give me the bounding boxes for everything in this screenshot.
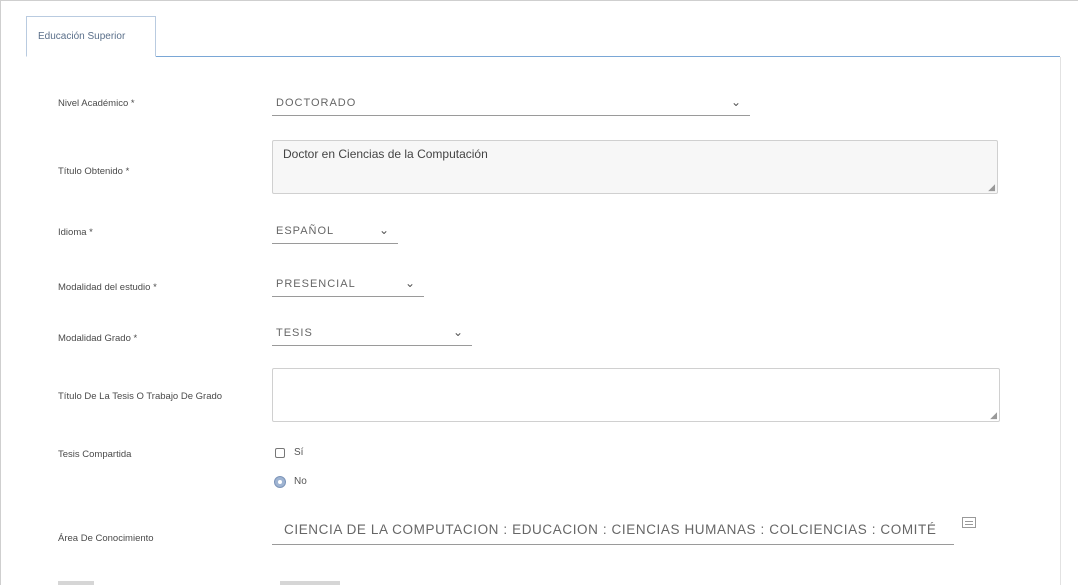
tesis-compartida-si-label: Sí <box>294 447 304 458</box>
nivel-academico-select[interactable]: DOCTORADO ⌄ <box>272 92 750 116</box>
modalidad-grado-select[interactable]: TESIS ⌄ <box>272 322 472 346</box>
tab-bar: Educación Superior <box>26 16 1060 57</box>
modalidad-grado-label: Modalidad Grado * <box>58 333 138 344</box>
area-conocimiento-input[interactable]: CIENCIA DE LA COMPUTACION : EDUCACION : … <box>272 515 954 545</box>
chevron-down-icon: ⌄ <box>730 95 742 109</box>
nivel-academico-value: DOCTORADO <box>276 97 357 109</box>
chevron-down-icon: ⌄ <box>452 325 464 339</box>
titulo-obtenido-label: Título Obtenido * <box>58 166 130 177</box>
idioma-select[interactable]: ESPAÑOL ⌄ <box>272 220 398 244</box>
idioma-label: Idioma * <box>58 227 93 238</box>
form-panel <box>26 57 1061 585</box>
titulo-tesis-textarea[interactable]: ◢ <box>272 368 1000 422</box>
tab-educacion-superior[interactable]: Educación Superior <box>26 16 156 57</box>
tab-label: Educación Superior <box>38 31 126 42</box>
modalidad-estudio-value: PRESENCIAL <box>276 278 356 290</box>
tesis-compartida-no-label: No <box>294 476 307 487</box>
titulo-obtenido-value: Doctor en Ciencias de la Computación <box>283 147 488 161</box>
area-conocimiento-value: CIENCIA DE LA COMPUTACION : EDUCACION : … <box>284 522 937 537</box>
tesis-compartida-no-radio[interactable] <box>274 476 286 488</box>
modalidad-grado-value: TESIS <box>276 327 313 339</box>
idioma-value: ESPAÑOL <box>276 225 335 237</box>
chevron-down-icon: ⌄ <box>404 276 416 290</box>
area-conocimiento-label: Área De Conocimiento <box>58 533 154 544</box>
chevron-down-icon: ⌄ <box>378 223 390 237</box>
next-row-select-partial[interactable] <box>272 577 392 585</box>
resize-grip-icon[interactable]: ◢ <box>990 411 997 420</box>
list-lookup-icon[interactable] <box>962 517 976 528</box>
tesis-compartida-label: Tesis Compartida <box>58 449 132 460</box>
next-row-label-partial <box>58 577 98 585</box>
titulo-tesis-label: Título De La Tesis O Trabajo De Grado <box>58 391 223 402</box>
modalidad-estudio-label: Modalidad del estudio * <box>58 282 157 293</box>
modalidad-estudio-select[interactable]: PRESENCIAL ⌄ <box>272 273 424 297</box>
nivel-academico-label: Nivel Académico * <box>58 98 135 109</box>
titulo-obtenido-textarea[interactable]: Doctor en Ciencias de la Computación ◢ <box>272 140 998 194</box>
tesis-compartida-si-checkbox[interactable] <box>275 448 285 458</box>
resize-grip-icon[interactable]: ◢ <box>988 183 995 192</box>
